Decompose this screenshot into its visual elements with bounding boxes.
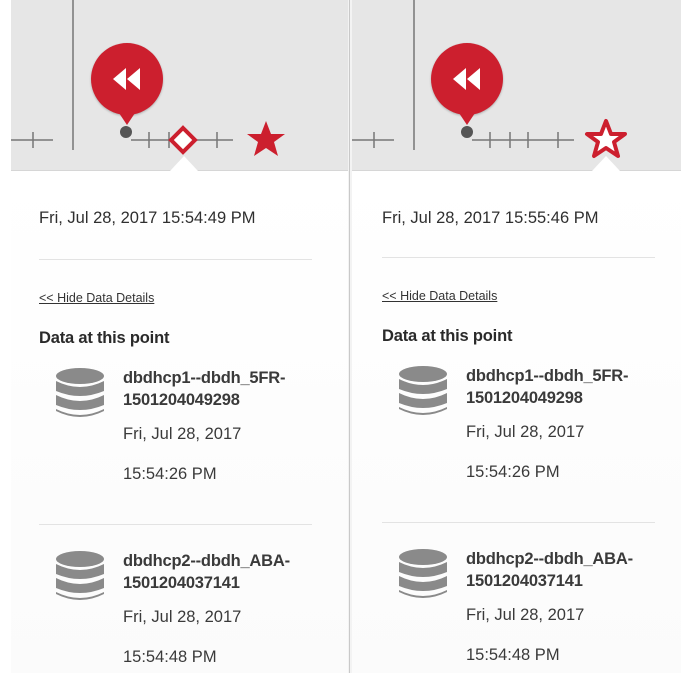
- rewind-icon: [453, 68, 480, 125]
- timeline-bar[interactable]: [11, 0, 348, 171]
- entry-time: 15:54:48 PM: [466, 646, 560, 664]
- entry-name-line1: dbdhcp1--dbdh_5FR-: [123, 369, 286, 387]
- divider: [382, 522, 655, 523]
- data-heading: Data at this point: [382, 327, 513, 345]
- data-details: Fri, Jul 28, 2017 15:54:49 PM << Hide Da…: [11, 171, 348, 673]
- divider: [39, 524, 312, 525]
- star-icon: [585, 119, 627, 158]
- panel-pointer: [170, 156, 198, 171]
- data-details: Fri, Jul 28, 2017 15:55:46 PM << Hide Da…: [352, 171, 681, 673]
- star-icon: [247, 121, 285, 156]
- database-icon: [56, 368, 104, 417]
- entry-name: dbdhcp1--dbdh_5FR- 1501204049298: [123, 367, 343, 411]
- entry-name-line2: 1501204037141: [123, 574, 240, 592]
- rewind-button[interactable]: [91, 43, 163, 125]
- divider: [39, 259, 312, 260]
- data-heading: Data at this point: [39, 329, 170, 347]
- entry-name-line1: dbdhcp2--dbdh_ABA-: [466, 550, 633, 568]
- snapshot-timestamp: Fri, Jul 28, 2017 15:54:49 PM: [39, 209, 256, 227]
- hide-data-details-link[interactable]: << Hide Data Details: [39, 291, 154, 305]
- entry-name-line2: 1501204049298: [466, 389, 583, 407]
- entry-date: Fri, Jul 28, 2017: [466, 606, 585, 624]
- panel-pointer: [592, 156, 620, 171]
- hide-data-details-link[interactable]: << Hide Data Details: [382, 289, 497, 303]
- snapshot-timestamp: Fri, Jul 28, 2017 15:55:46 PM: [382, 209, 599, 227]
- database-icon: [399, 366, 447, 415]
- entry-time: 15:54:48 PM: [123, 648, 217, 666]
- timeline-track: [352, 0, 627, 158]
- entry-name-line1: dbdhcp2--dbdh_ABA-: [123, 552, 290, 570]
- divider: [382, 257, 655, 258]
- timeline-bar[interactable]: [352, 0, 681, 171]
- entry-date: Fri, Jul 28, 2017: [466, 423, 585, 441]
- entry-date: Fri, Jul 28, 2017: [123, 608, 242, 626]
- entry-time: 15:54:26 PM: [466, 463, 560, 481]
- entry-name-line1: dbdhcp1--dbdh_5FR-: [466, 367, 629, 385]
- entry-date: Fri, Jul 28, 2017: [123, 425, 242, 443]
- entry-name-line2: 1501204037141: [466, 572, 583, 590]
- timeline-track: [11, 0, 285, 156]
- entry-name: dbdhcp1--dbdh_5FR- 1501204049298: [466, 365, 681, 409]
- entry-name: dbdhcp2--dbdh_ABA- 1501204037141: [123, 550, 343, 594]
- rewind-button[interactable]: [431, 43, 503, 125]
- database-icon: [399, 549, 447, 598]
- timeline-selected-diamond: [168, 125, 198, 155]
- entry-name-line2: 1501204049298: [123, 391, 240, 409]
- database-icon: [56, 551, 104, 600]
- rewind-icon: [113, 68, 140, 125]
- entry-time: 15:54:26 PM: [123, 465, 217, 483]
- entry-name: dbdhcp2--dbdh_ABA- 1501204037141: [466, 548, 681, 592]
- timeline-event-dot: [120, 126, 132, 138]
- timeline-event-dot: [461, 126, 473, 138]
- snapshot-panel-left: Fri, Jul 28, 2017 15:54:49 PM << Hide Da…: [11, 0, 348, 673]
- snapshot-panel-right: Fri, Jul 28, 2017 15:55:46 PM << Hide Da…: [352, 0, 681, 673]
